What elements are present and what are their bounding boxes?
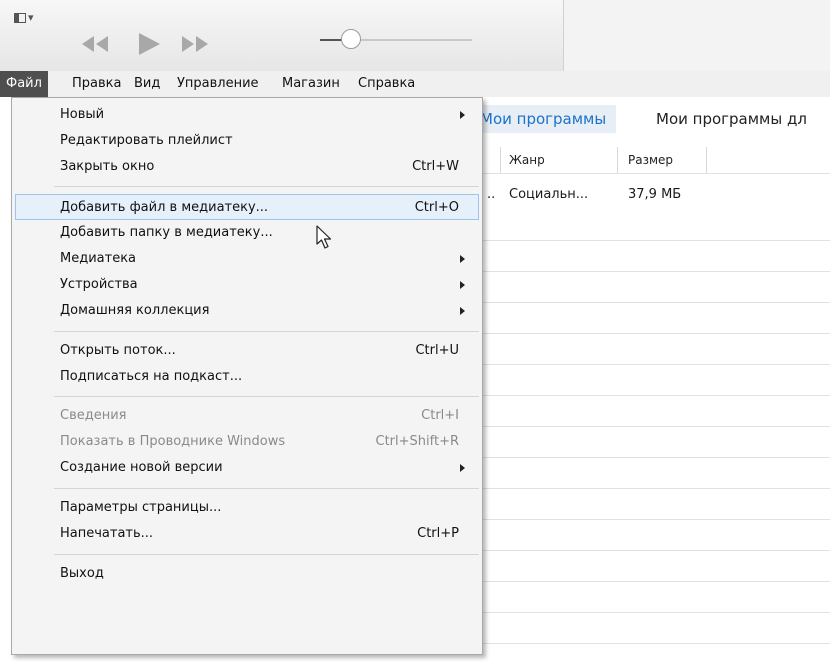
row-divider — [482, 550, 830, 551]
menu-item-open-stream[interactable]: Открыть поток... Ctrl+U — [15, 338, 479, 364]
menu-separator — [54, 396, 479, 397]
menu-separator — [54, 331, 479, 332]
column-separator — [500, 147, 501, 173]
row-divider — [482, 426, 830, 427]
menu-item-create-version[interactable]: Создание новой версии — [15, 455, 479, 481]
fast-forward-icon[interactable] — [180, 30, 212, 58]
submenu-arrow-icon — [460, 307, 465, 315]
menu-item-label: Редактировать плейлист — [60, 133, 233, 148]
status-display — [563, 0, 830, 71]
menu-item-label: Добавить папку в медиатеку... — [60, 225, 273, 240]
menu-item-label: Домашняя коллекция — [60, 303, 210, 318]
column-header-genre[interactable]: Жанр — [509, 147, 545, 173]
menu-item-shortcut: Ctrl+W — [412, 159, 459, 174]
menu-item-label: Закрыть окно — [60, 159, 155, 174]
sidebar-toggle-icon[interactable]: ▾ — [14, 11, 34, 24]
menu-item-label: Подписаться на подкаст... — [60, 369, 243, 384]
rewind-icon[interactable] — [80, 30, 112, 58]
menu-item-exit[interactable]: Выход — [15, 561, 479, 587]
menu-item-subscribe-podcast[interactable]: Подписаться на подкаст... — [15, 364, 479, 390]
menu-item-label: Устройства — [60, 277, 138, 292]
tab-my-apps-for[interactable]: Мои программы дл — [656, 105, 807, 133]
row-divider — [482, 271, 830, 272]
menu-item-shortcut: Ctrl+O — [414, 200, 459, 215]
row-divider — [482, 302, 830, 303]
menu-item-label: Напечатать... — [60, 526, 154, 541]
row-divider — [482, 333, 830, 334]
menu-item-devices[interactable]: Устройства — [15, 272, 479, 298]
divider — [482, 173, 830, 174]
menu-item-print[interactable]: Напечатать... Ctrl+P — [15, 521, 479, 547]
menu-item-library[interactable]: Медиатека — [15, 246, 479, 272]
menu-separator — [54, 488, 479, 489]
play-icon[interactable] — [136, 30, 162, 58]
submenu-arrow-icon — [460, 111, 465, 119]
menu-item-close-window[interactable]: Закрыть окно Ctrl+W — [15, 154, 479, 180]
menu-item-label: Медиатека — [60, 251, 137, 266]
row-divider — [482, 240, 830, 241]
menu-item-label: Показать в Проводнике Windows — [60, 434, 286, 449]
menu-controls[interactable]: Управление — [171, 71, 265, 97]
menu-item-show-in-explorer[interactable]: Показать в Проводнике Windows Ctrl+Shift… — [15, 429, 479, 455]
menu-item-shortcut: Ctrl+U — [415, 343, 459, 358]
row-divider — [482, 364, 830, 365]
row-divider — [482, 457, 830, 458]
menu-item-shortcut: Ctrl+P — [417, 526, 459, 541]
table-cell-prefix: .. — [487, 187, 496, 202]
submenu-arrow-icon — [460, 281, 465, 289]
row-divider — [482, 643, 830, 644]
tab-my-apps[interactable]: Мои программы — [470, 105, 617, 133]
row-divider — [482, 395, 830, 396]
menu-item-label: Создание новой версии — [60, 460, 223, 475]
submenu-arrow-icon — [460, 255, 465, 263]
menu-item-page-setup[interactable]: Параметры страницы... — [15, 495, 479, 521]
file-menu-dropdown: Новый Редактировать плейлист Закрыть окн… — [11, 97, 483, 655]
table-cell-size[interactable]: 37,9 МБ — [628, 182, 681, 208]
menu-item-add-folder[interactable]: Добавить папку в медиатеку... — [15, 220, 479, 246]
menu-edit[interactable]: Правка — [66, 71, 127, 97]
menu-separator — [54, 554, 479, 555]
menu-item-label: Параметры страницы... — [60, 500, 222, 515]
row-divider — [482, 612, 830, 613]
menu-view[interactable]: Вид — [128, 71, 166, 97]
toolbar: ▾ — [0, 0, 830, 72]
menu-file[interactable]: Файл — [0, 71, 48, 97]
menu-item-label: Выход — [60, 566, 104, 581]
column-separator — [617, 147, 618, 173]
menu-store[interactable]: Магазин — [276, 71, 346, 97]
menu-item-label: Новый — [60, 107, 105, 122]
submenu-arrow-icon — [460, 464, 465, 472]
mouse-cursor-icon — [316, 225, 332, 249]
menu-item-add-file[interactable]: Добавить файл в медиатеку... Ctrl+O — [15, 194, 479, 220]
volume-slider-knob[interactable] — [341, 29, 361, 49]
menu-help[interactable]: Справка — [352, 71, 421, 97]
row-divider — [482, 581, 830, 582]
menu-item-label: Добавить файл в медиатеку... — [60, 200, 269, 215]
menu-item-get-info[interactable]: Сведения Ctrl+I — [15, 403, 479, 429]
menu-item-shortcut: Ctrl+I — [421, 408, 459, 423]
menu-item-edit-playlist[interactable]: Редактировать плейлист — [15, 128, 479, 154]
menu-item-label: Сведения — [60, 408, 127, 423]
row-divider — [482, 519, 830, 520]
column-separator — [706, 147, 707, 173]
table-cell-genre[interactable]: Социальн... — [509, 182, 588, 208]
menu-item-shortcut: Ctrl+Shift+R — [375, 434, 460, 449]
menu-item-new[interactable]: Новый — [15, 102, 479, 128]
column-header-size[interactable]: Размер — [628, 147, 673, 173]
menu-item-label: Открыть поток... — [60, 343, 176, 358]
menu-item-home-sharing[interactable]: Домашняя коллекция — [15, 298, 479, 324]
row-divider — [482, 488, 830, 489]
menubar: Файл Правка Вид Управление Магазин Справ… — [0, 71, 830, 97]
menu-separator — [54, 186, 479, 187]
